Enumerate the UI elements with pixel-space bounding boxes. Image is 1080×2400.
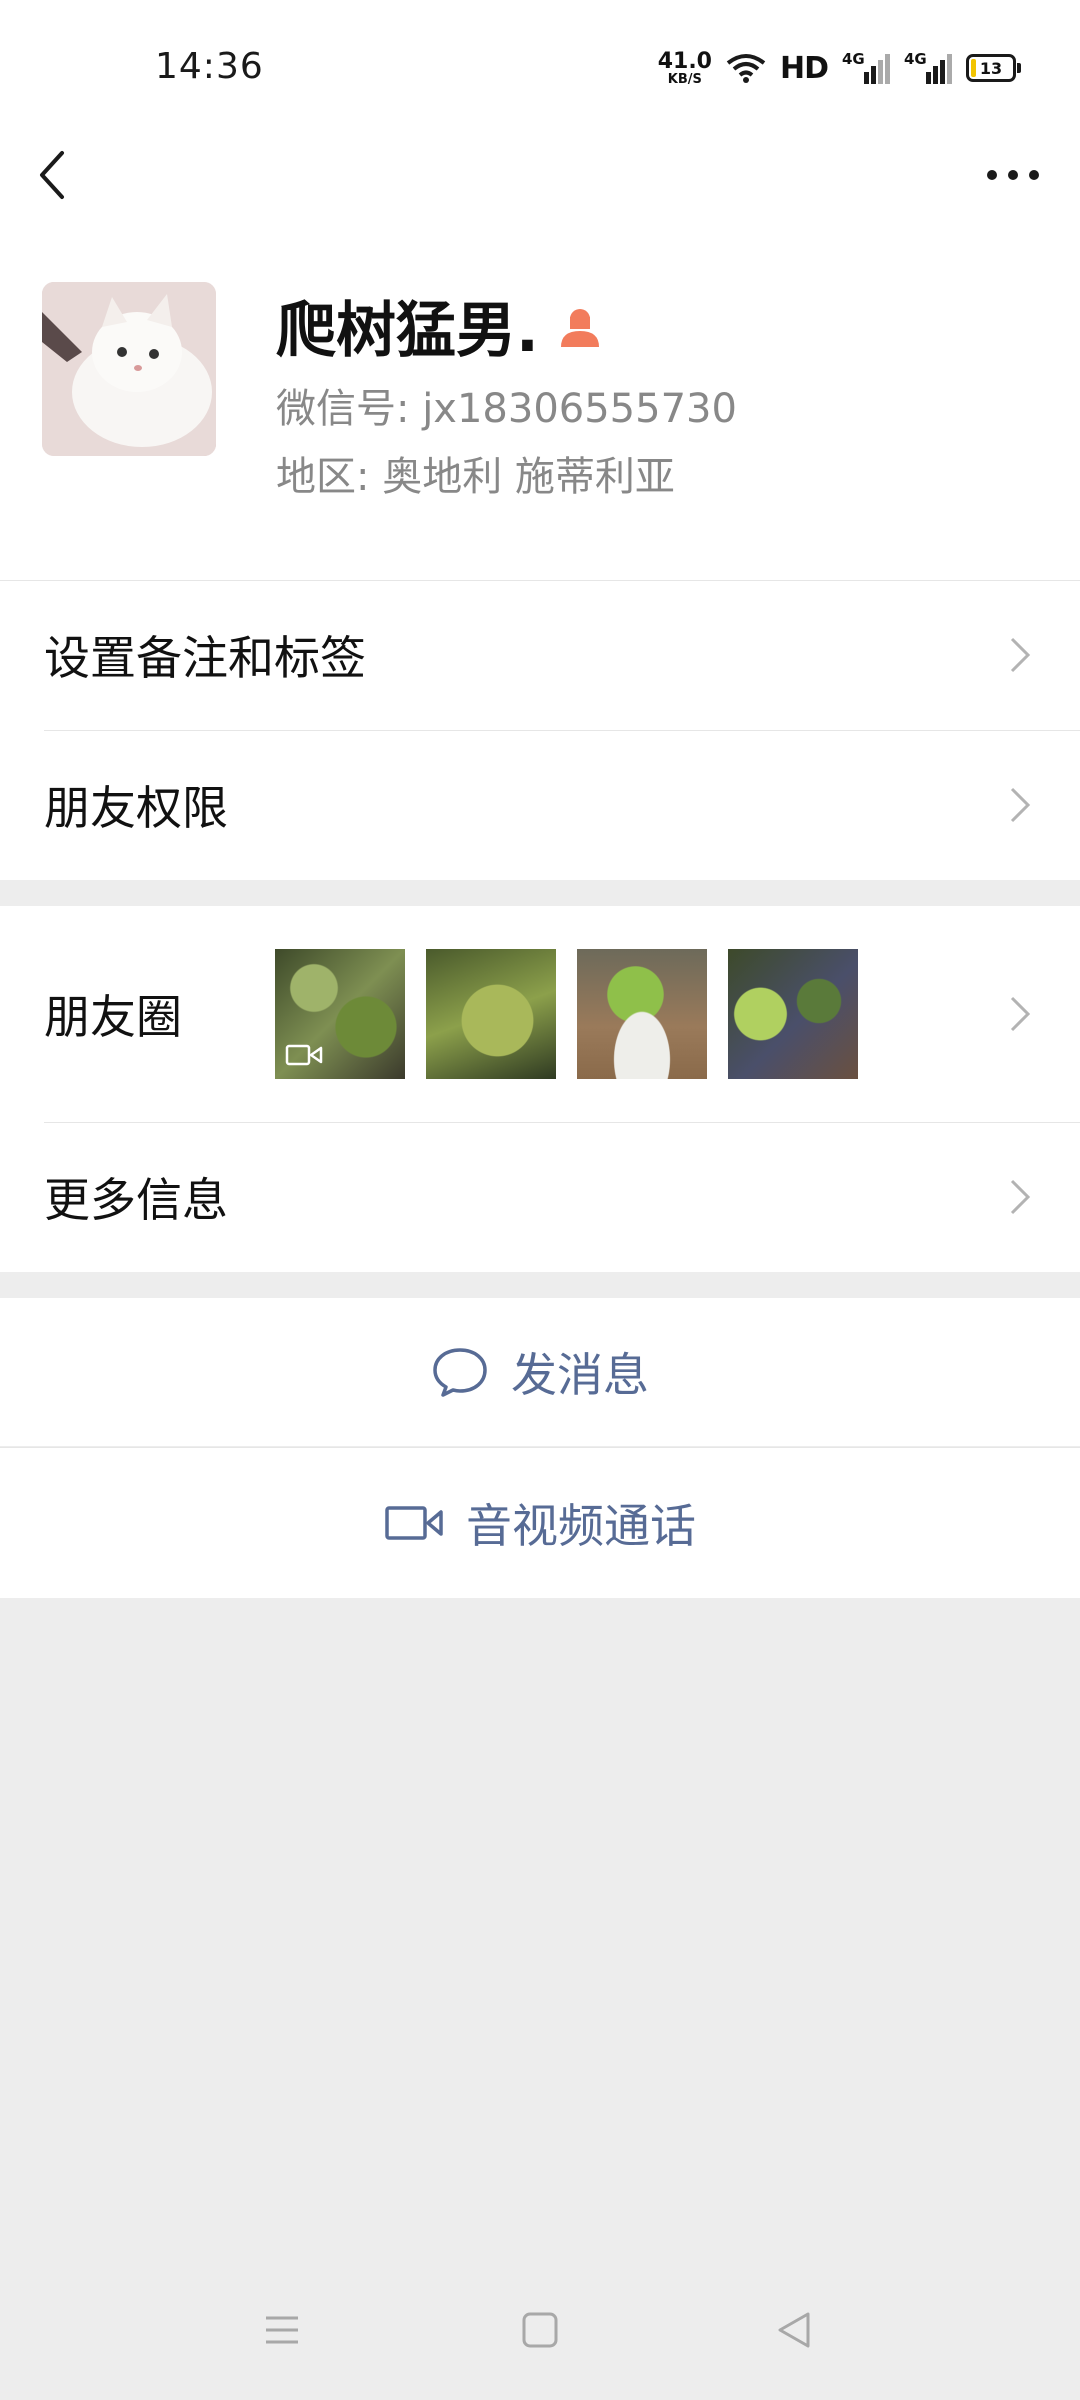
hd-indicator: HD [779,50,829,86]
battery-icon: 13 [966,54,1021,82]
more-info-label: 更多信息 [44,1173,228,1227]
send-message-label: 发消息 [511,1348,649,1402]
chevron-right-icon [1010,787,1031,823]
send-message-button[interactable]: 发消息 [0,1298,1080,1446]
profile-name: 爬树猛男. [276,282,603,369]
back-icon[interactable] [30,145,80,205]
network-speed: 41.0 KB/S [657,48,712,87]
moment-thumbnail [426,949,556,1079]
chevron-right-icon [1010,1179,1031,1215]
video-call-button[interactable]: 音视频通话 [0,1448,1080,1598]
video-camera-icon [385,1506,443,1540]
chevron-right-icon [1010,996,1031,1032]
signal-sim2-icon: 4G [904,50,952,84]
network-speed-value: 41.0 [657,48,712,74]
moment-thumbnail [577,949,707,1079]
signal-sim1-icon: 4G [842,50,890,84]
video-icon [285,1044,323,1066]
chevron-right-icon [1010,637,1031,673]
more-icon[interactable] [984,160,1042,190]
profile-name-text: 爬树猛男. [276,296,539,366]
more-info-row[interactable]: 更多信息 [0,1122,1080,1272]
message-bubble-icon [433,1348,487,1397]
sim2-label: 4G [904,50,927,68]
region: 地区: 奥地利 施蒂利亚 [276,454,675,500]
status-time: 14:36 [155,46,264,87]
moment-thumbnail [728,949,858,1079]
remark-tags-label: 设置备注和标签 [44,631,366,685]
status-icons: 41.0 KB/S HD 4G 4G 13 [657,46,1021,90]
video-call-label: 音视频通话 [466,1499,696,1553]
sim1-label: 4G [842,50,865,68]
avatar[interactable] [42,282,216,456]
moments-thumbnails [275,949,858,1079]
moments-label: 朋友圈 [44,990,182,1044]
moment-thumbnail [275,949,405,1079]
remark-tags-row[interactable]: 设置备注和标签 [0,580,1080,730]
battery-level: 13 [979,58,1003,78]
wifi-icon [726,54,766,83]
settings-section: 设置备注和标签 朋友权限 [0,580,1080,880]
menu-nav-icon[interactable] [262,2310,302,2350]
cat-avatar-image [42,282,216,456]
friend-permissions-row[interactable]: 朋友权限 [0,730,1080,880]
female-icon [560,308,599,347]
home-nav-icon[interactable] [520,2310,560,2350]
back-nav-icon[interactable] [774,2310,814,2350]
moments-row[interactable]: 朋友圈 [0,906,1080,1122]
wechat-id: 微信号: jx18306555730 [276,386,737,432]
moments-section: 朋友圈 更多信息 [0,906,1080,1272]
friend-permissions-label: 朋友权限 [44,781,228,835]
network-speed-unit: KB/S [667,71,702,87]
